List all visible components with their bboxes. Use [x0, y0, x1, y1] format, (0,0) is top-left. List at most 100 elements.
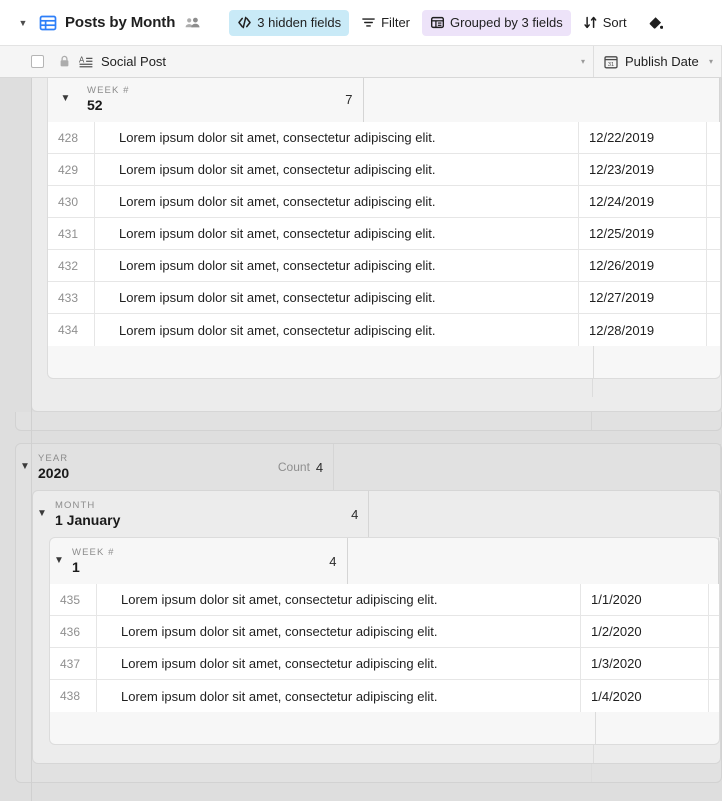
- group-week-52[interactable]: ▼ WEEK # 52 7 428 Lorem ipsum dolor sit …: [47, 78, 721, 379]
- hidden-fields-icon: [237, 15, 252, 30]
- table-row[interactable]: 431 Lorem ipsum dolor sit amet, consecte…: [48, 218, 720, 250]
- cell-social-post[interactable]: Lorem ipsum dolor sit amet, consectetur …: [97, 616, 581, 647]
- table-row[interactable]: 436 Lorem ipsum dolor sit amet, consecte…: [50, 616, 719, 648]
- group-header-month-january[interactable]: ▼ MONTH 1 January 4: [33, 491, 720, 537]
- table-row[interactable]: 428 Lorem ipsum dolor sit amet, consecte…: [48, 122, 720, 154]
- cell-blank[interactable]: [707, 154, 720, 185]
- cell-publish-date[interactable]: 12/28/2019: [579, 314, 707, 346]
- cell-blank[interactable]: [709, 616, 719, 647]
- table-row[interactable]: 433 Lorem ipsum dolor sit amet, consecte…: [48, 282, 720, 314]
- calendar-icon: 31: [604, 55, 618, 69]
- sort-button[interactable]: Sort: [575, 10, 635, 36]
- group-value: 52: [87, 97, 103, 113]
- table-row[interactable]: 432 Lorem ipsum dolor sit amet, consecte…: [48, 250, 720, 282]
- group-footer-month-december[interactable]: [32, 379, 721, 397]
- group-year-2020[interactable]: ▼ YEAR 2020 Count 4 ▼ MONTH 1 January 4 …: [15, 443, 722, 783]
- view-switcher-caret-icon[interactable]: ▼: [14, 14, 32, 32]
- chevron-down-icon[interactable]: ▾: [709, 57, 713, 66]
- cell-social-post[interactable]: Lorem ipsum dolor sit amet, consectetur …: [95, 186, 579, 217]
- group-header-week-1[interactable]: ▼ WEEK # 1 4: [50, 538, 719, 584]
- cell-social-post[interactable]: Lorem ipsum dolor sit amet, consectetur …: [95, 250, 579, 281]
- filter-button[interactable]: Filter: [353, 10, 418, 36]
- group-week-1[interactable]: ▼ WEEK # 1 4 435 Lorem ipsum dolor sit a…: [49, 537, 720, 745]
- cell-social-post[interactable]: Lorem ipsum dolor sit amet, consectetur …: [97, 584, 581, 615]
- group-count[interactable]: Count 4: [69, 444, 335, 490]
- cell-blank[interactable]: [707, 314, 720, 346]
- cell-social-post[interactable]: Lorem ipsum dolor sit amet, consectetur …: [95, 218, 579, 249]
- cell-publish-date[interactable]: 12/23/2019: [579, 154, 707, 185]
- table-row[interactable]: 437 Lorem ipsum dolor sit amet, consecte…: [50, 648, 719, 680]
- filter-icon: [361, 15, 376, 30]
- group-summary-main[interactable]: [50, 712, 596, 744]
- cell-publish-date[interactable]: 1/1/2020: [581, 584, 709, 615]
- group-summary-main[interactable]: [16, 764, 592, 782]
- group-month-january[interactable]: ▼ MONTH 1 January 4 ▼ WEEK # 1 4 435 Lor…: [32, 490, 721, 764]
- cell-blank[interactable]: [709, 584, 719, 615]
- group-summary-tail[interactable]: [594, 745, 720, 763]
- group-count[interactable]: 7: [130, 78, 364, 122]
- group-summary-tail[interactable]: [592, 412, 721, 430]
- cell-social-post[interactable]: Lorem ipsum dolor sit amet, consectetur …: [95, 122, 579, 153]
- cell-blank[interactable]: [707, 250, 720, 281]
- group-collapse-caret-icon[interactable]: ▼: [16, 444, 34, 490]
- group-footer-month-january[interactable]: [33, 745, 720, 763]
- group-icon: [430, 15, 445, 30]
- cell-publish-date[interactable]: 1/4/2020: [581, 680, 709, 712]
- group-summary-main[interactable]: [33, 745, 594, 763]
- group-count[interactable]: 4: [115, 538, 348, 584]
- cell-social-post[interactable]: Lorem ipsum dolor sit amet, consectetur …: [97, 680, 581, 712]
- table-row[interactable]: 438 Lorem ipsum dolor sit amet, consecte…: [50, 680, 719, 712]
- group-collapse-caret-icon[interactable]: ▼: [33, 491, 51, 537]
- group-summary-main[interactable]: [32, 379, 593, 397]
- table-row[interactable]: 434 Lorem ipsum dolor sit amet, consecte…: [48, 314, 720, 346]
- cell-social-post[interactable]: Lorem ipsum dolor sit amet, consectetur …: [95, 282, 579, 313]
- select-all-checkbox[interactable]: [31, 55, 44, 68]
- group-collapse-caret-icon[interactable]: ▼: [48, 78, 83, 122]
- group-summary-main[interactable]: [48, 346, 594, 378]
- cell-publish-date[interactable]: 12/25/2019: [579, 218, 707, 249]
- cell-publish-date[interactable]: 12/26/2019: [579, 250, 707, 281]
- group-footer-year-2020[interactable]: [16, 764, 721, 782]
- cell-publish-date[interactable]: 12/22/2019: [579, 122, 707, 153]
- hidden-fields-label: 3 hidden fields: [257, 15, 342, 30]
- grid-body[interactable]: ▼ WEEK # 52 7 428 Lorem ipsum dolor sit …: [0, 78, 722, 801]
- group-summary-main[interactable]: [16, 412, 592, 430]
- column-header-publish-date[interactable]: 31 Publish Date ▾: [594, 46, 722, 77]
- group-header-year-2020[interactable]: ▼ YEAR 2020 Count 4: [16, 444, 721, 490]
- group-footer-week-52[interactable]: [48, 346, 720, 378]
- group-summary-tail[interactable]: [593, 379, 721, 397]
- group-header-week-52[interactable]: ▼ WEEK # 52 7: [48, 78, 720, 122]
- cell-blank[interactable]: [707, 218, 720, 249]
- cell-blank[interactable]: [707, 122, 720, 153]
- group-summary-tail[interactable]: [594, 346, 720, 378]
- group-collapse-caret-icon[interactable]: ▼: [50, 538, 68, 584]
- group-summary-tail[interactable]: [592, 764, 721, 782]
- group-button[interactable]: Grouped by 3 fields: [422, 9, 571, 36]
- cell-publish-date[interactable]: 1/3/2020: [581, 648, 709, 679]
- hidden-fields-button[interactable]: 3 hidden fields: [229, 9, 350, 36]
- cell-social-post[interactable]: Lorem ipsum dolor sit amet, consectetur …: [95, 154, 579, 185]
- cell-social-post[interactable]: Lorem ipsum dolor sit amet, consectetur …: [97, 648, 581, 679]
- column-header-social-post[interactable]: A Social Post ▾: [47, 46, 594, 77]
- group-footer-week-1[interactable]: [50, 712, 719, 744]
- group-field-name: YEAR: [38, 453, 69, 464]
- table-row[interactable]: 435 Lorem ipsum dolor sit amet, consecte…: [50, 584, 719, 616]
- cell-publish-date[interactable]: 12/27/2019: [579, 282, 707, 313]
- cell-social-post[interactable]: Lorem ipsum dolor sit amet, consectetur …: [95, 314, 579, 346]
- table-row[interactable]: 429 Lorem ipsum dolor sit amet, consecte…: [48, 154, 720, 186]
- table-row[interactable]: 430 Lorem ipsum dolor sit amet, consecte…: [48, 186, 720, 218]
- chevron-down-icon[interactable]: ▾: [581, 57, 585, 66]
- collaborators-icon[interactable]: [184, 14, 201, 31]
- cell-blank[interactable]: [707, 282, 720, 313]
- group-footer-year-2019[interactable]: [15, 412, 722, 431]
- cell-blank[interactable]: [707, 186, 720, 217]
- group-count[interactable]: 4: [120, 491, 370, 537]
- group-summary-tail[interactable]: [596, 712, 719, 744]
- cell-blank[interactable]: [709, 680, 719, 712]
- cell-publish-date[interactable]: 12/24/2019: [579, 186, 707, 217]
- cell-publish-date[interactable]: 1/2/2020: [581, 616, 709, 647]
- sort-label: Sort: [602, 15, 627, 30]
- view-title[interactable]: Posts by Month: [65, 14, 175, 31]
- color-button[interactable]: [639, 10, 671, 36]
- cell-blank[interactable]: [709, 648, 719, 679]
